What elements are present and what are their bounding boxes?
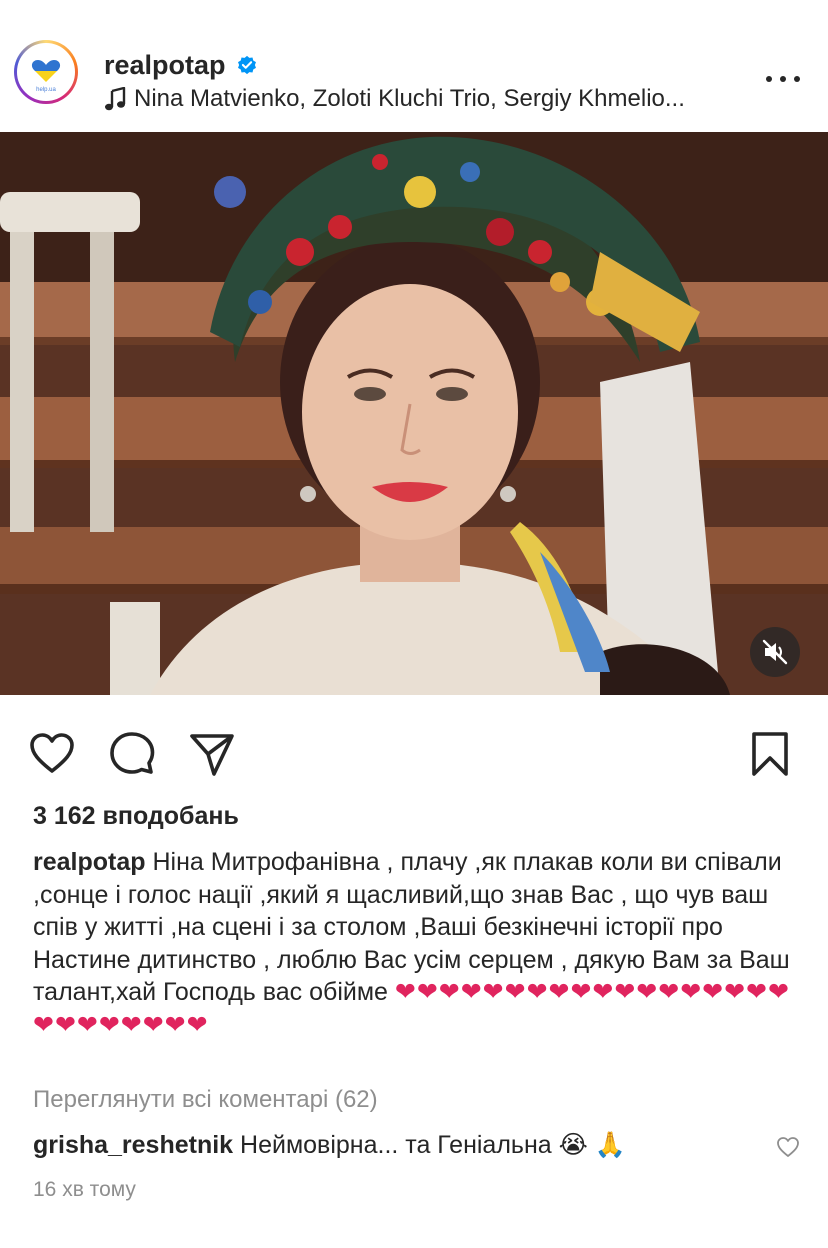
mute-button[interactable]: [750, 627, 800, 677]
post-timestamp: 16 хв тому: [33, 1178, 136, 1201]
avatar[interactable]: help.ua: [17, 43, 75, 101]
post-header: help.ua realpotap Nina Matvienko, Zoloti…: [0, 0, 828, 132]
view-all-comments-link[interactable]: Переглянути всі коментарі (62): [33, 1086, 378, 1114]
heart-outline-icon: [30, 733, 74, 773]
likes-count[interactable]: 3 162 вподобань: [33, 802, 239, 831]
post-photo: [0, 132, 828, 695]
ukraine-heart-icon: [31, 60, 61, 82]
more-options-button[interactable]: [766, 68, 800, 90]
audio-track-row[interactable]: Nina Matvienko, Zoloti Kluchi Trio, Serg…: [104, 84, 685, 114]
speech-bubble-icon: [110, 732, 155, 774]
bookmark-icon: [752, 732, 788, 776]
verified-badge-icon: [237, 55, 256, 75]
post-actions: [0, 722, 828, 786]
audio-track-label: Nina Matvienko, Zoloti Kluchi Trio, Serg…: [134, 85, 685, 112]
avatar-story-ring[interactable]: help.ua: [14, 40, 78, 104]
post-caption: realpotap Ніна Митрофанівна , плачу ,як …: [33, 846, 803, 1042]
music-note-icon: [105, 87, 126, 111]
post-media[interactable]: [0, 132, 828, 695]
caption-username[interactable]: realpotap: [33, 848, 146, 876]
avatar-label: help.ua: [36, 87, 56, 93]
comment-row: grisha_reshetnik Неймовірна... та Геніал…: [33, 1130, 773, 1160]
comment-like-button[interactable]: [776, 1136, 800, 1158]
username[interactable]: realpotap: [104, 50, 226, 81]
comment-username[interactable]: grisha_reshetnik: [33, 1131, 233, 1159]
speaker-muted-icon: [762, 639, 788, 665]
comment-button[interactable]: [108, 730, 156, 778]
paper-plane-icon: [190, 734, 234, 776]
save-button[interactable]: [746, 730, 794, 778]
comment-text: Неймовірна... та Геніальна 😭 🙏: [233, 1131, 626, 1159]
username-row: realpotap: [104, 48, 258, 82]
like-button[interactable]: [28, 730, 76, 778]
share-button[interactable]: [188, 730, 236, 778]
ellipsis-icon: [766, 76, 772, 82]
